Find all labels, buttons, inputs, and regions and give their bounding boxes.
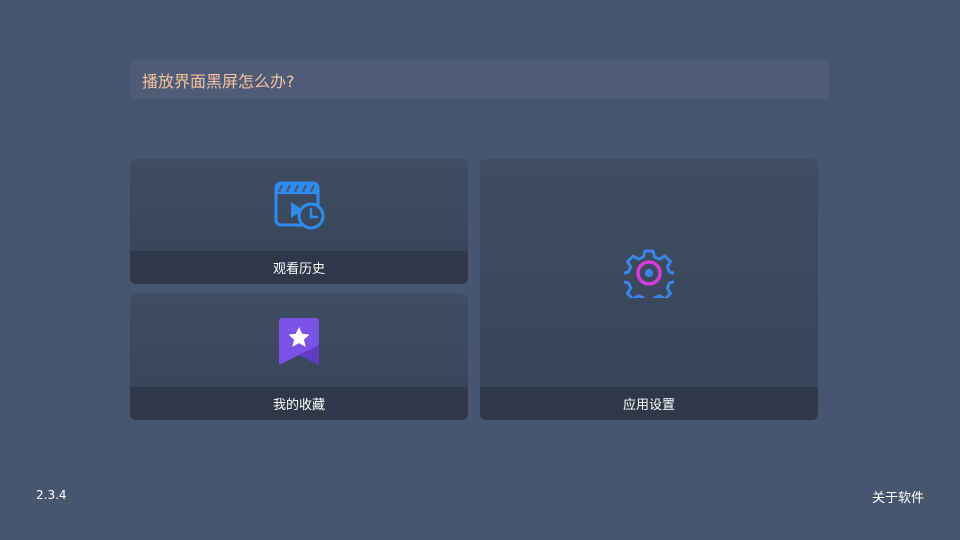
app-settings-label: 应用设置 — [622, 398, 675, 413]
gear-icon — [624, 249, 674, 298]
my-favorites-icon-area — [130, 294, 468, 387]
clapperboard-clock-icon — [274, 181, 325, 230]
about-software-link[interactable]: 关于软件 — [872, 487, 924, 506]
app-settings-tile[interactable]: 应用设置 — [480, 159, 818, 420]
faq-banner[interactable]: 播放界面黑屏怎么办? — [130, 60, 829, 99]
watch-history-label-bar: 观看历史 — [130, 251, 468, 284]
faq-question: 播放界面黑屏怎么办? — [142, 71, 295, 91]
bookmark-star-icon — [279, 317, 319, 365]
my-favorites-label-bar: 我的收藏 — [130, 387, 468, 420]
app-settings-icon-area — [480, 159, 818, 387]
version-number: 2.3.4 — [36, 488, 67, 502]
watch-history-tile[interactable]: 观看历史 — [130, 159, 468, 284]
my-favorites-tile[interactable]: 我的收藏 — [130, 294, 468, 420]
app-settings-label-bar: 应用设置 — [480, 387, 818, 420]
watch-history-label: 观看历史 — [272, 262, 325, 277]
watch-history-icon-area — [130, 159, 468, 251]
my-favorites-label: 我的收藏 — [272, 398, 325, 413]
